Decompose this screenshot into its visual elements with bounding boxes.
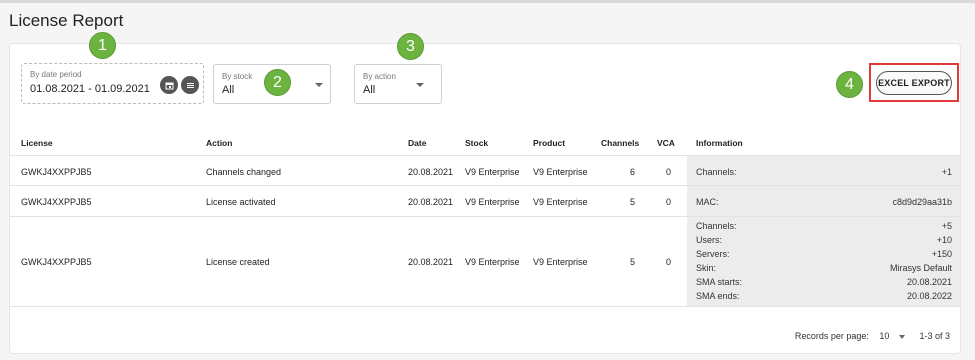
- info-value: +1: [941, 167, 952, 177]
- channels-cell: 5: [630, 257, 636, 267]
- info-value: c8d9d29aa31b: [892, 197, 952, 207]
- date-period-label: By date period: [30, 70, 82, 79]
- info-key: SMA starts:: [696, 277, 743, 287]
- action-select[interactable]: By action All: [354, 64, 442, 104]
- product-cell: V9 Enterprise: [533, 197, 588, 207]
- info-value: 20.08.2021: [906, 277, 952, 287]
- table-row[interactable]: GWKJ4XXPPJB5 License created 20.08.2021 …: [10, 217, 960, 307]
- list-icon[interactable]: [181, 76, 199, 94]
- callout-badge-1: 1: [89, 32, 116, 59]
- column-header-date[interactable]: Date: [408, 138, 426, 148]
- records-per-page-value: 10: [879, 331, 890, 341]
- product-cell: V9 Enterprise: [533, 167, 588, 177]
- vca-cell: 0: [666, 257, 672, 267]
- info-value: +5: [941, 221, 952, 231]
- excel-export-button[interactable]: EXCEL EXPORT: [876, 71, 952, 95]
- pagination: Records per page: 10 1-3 of 3: [795, 331, 950, 341]
- info-key: Users:: [696, 235, 723, 245]
- table-row[interactable]: GWKJ4XXPPJB5 License activated 20.08.202…: [10, 186, 960, 217]
- action-cell: Channels changed: [206, 167, 282, 177]
- callout-badge-2: 2: [264, 69, 291, 96]
- info-key: Channels:: [696, 221, 737, 231]
- stock-cell: V9 Enterprise: [465, 257, 520, 267]
- stock-label: By stock: [222, 72, 253, 81]
- stock-cell: V9 Enterprise: [465, 197, 520, 207]
- license-cell: GWKJ4XXPPJB5: [21, 167, 92, 177]
- column-header-stock[interactable]: Stock: [465, 138, 488, 148]
- stock-cell: V9 Enterprise: [465, 167, 520, 177]
- records-per-page-label: Records per page:: [794, 331, 869, 341]
- callout-badge-3: 3: [397, 33, 424, 60]
- report-card: By date period 01.08.2021 - 01.09.2021 B…: [9, 32, 961, 354]
- column-header-license[interactable]: License: [21, 138, 53, 148]
- column-header-information[interactable]: Information: [696, 138, 743, 148]
- info-value: +10: [936, 235, 952, 245]
- info-key: MAC:: [696, 197, 719, 207]
- vca-cell: 0: [666, 197, 672, 207]
- column-header-action[interactable]: Action: [206, 138, 232, 148]
- callout-badge-4: 4: [836, 71, 863, 98]
- column-header-vca[interactable]: VCA: [657, 138, 675, 148]
- info-key: Skin:: [696, 263, 717, 273]
- date-cell: 20.08.2021: [408, 257, 454, 267]
- chevron-down-icon: [898, 334, 905, 339]
- date-cell: 20.08.2021: [408, 167, 454, 177]
- action-label: By action: [363, 72, 396, 81]
- date-period-value: 01.08.2021 - 01.09.2021: [30, 83, 150, 95]
- column-header-channels[interactable]: Channels: [601, 138, 639, 148]
- action-cell: License created: [206, 257, 270, 267]
- info-key: Channels:: [696, 167, 737, 177]
- top-divider: [0, 0, 975, 3]
- date-period-filter[interactable]: By date period 01.08.2021 - 01.09.2021: [21, 63, 204, 104]
- vca-cell: 0: [666, 167, 672, 177]
- info-value: +150: [931, 249, 952, 259]
- license-cell: GWKJ4XXPPJB5: [21, 257, 92, 267]
- channels-cell: 6: [630, 167, 636, 177]
- info-value: Mirasys Default: [889, 263, 952, 273]
- info-key: SMA ends:: [696, 291, 740, 301]
- chevron-down-icon: [416, 83, 424, 87]
- info-key: Servers:: [696, 249, 730, 259]
- calendar-icon[interactable]: [160, 76, 178, 94]
- records-per-page-select[interactable]: 10: [879, 331, 905, 341]
- table-row[interactable]: GWKJ4XXPPJB5 Channels changed 20.08.2021…: [10, 156, 960, 186]
- product-cell: V9 Enterprise: [533, 257, 588, 267]
- action-cell: License activated: [206, 197, 276, 207]
- license-cell: GWKJ4XXPPJB5: [21, 197, 92, 207]
- channels-cell: 5: [630, 197, 636, 207]
- pagination-range: 1-3 of 3: [919, 331, 950, 341]
- table-header: License Action Date Stock Product Channe…: [10, 129, 960, 156]
- page-title: License Report: [9, 11, 124, 30]
- export-highlight-frame: EXCEL EXPORT: [869, 63, 959, 102]
- action-value: All: [363, 84, 376, 96]
- chevron-down-icon: [315, 83, 323, 87]
- stock-value: All: [222, 84, 235, 96]
- column-header-product[interactable]: Product: [533, 138, 565, 148]
- date-cell: 20.08.2021: [408, 197, 454, 207]
- info-value: 20.08.2022: [906, 291, 952, 301]
